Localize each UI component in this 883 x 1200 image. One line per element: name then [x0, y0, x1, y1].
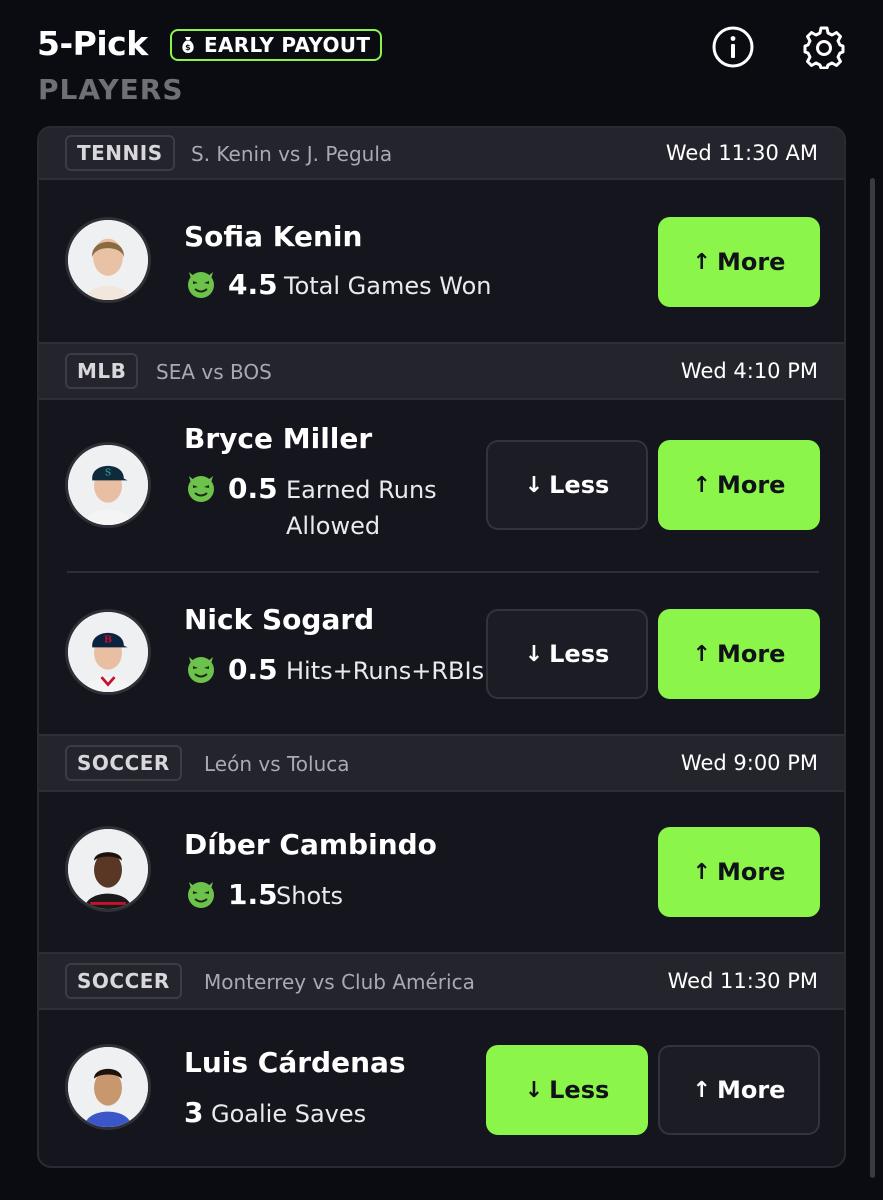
game-time: Wed 4:10 PM [680, 359, 818, 383]
arrow-down-icon: ↓ [524, 1077, 544, 1103]
demon-icon [188, 657, 214, 683]
arrow-down-icon: ↓ [524, 641, 544, 667]
arrow-up-icon: ↑ [692, 1077, 711, 1103]
svg-text:S: S [105, 468, 111, 479]
stat-line: 1.5 [228, 878, 278, 911]
demon-icon [188, 272, 214, 298]
less-label: Less [549, 1076, 610, 1104]
more-button[interactable]: ↑ More [658, 827, 820, 917]
stat-label: Hits+Runs+RBIs [286, 657, 485, 685]
info-icon[interactable] [711, 25, 755, 69]
stat-label-continued: Allowed [286, 512, 381, 540]
top-bar: 5-Pick $ EARLY PAYOUT PLAYERS [0, 0, 883, 103]
sport-tag: MLB [65, 353, 139, 389]
pick-row: Sofia Kenin 4.5 Total Games Won ↑ More [39, 180, 844, 342]
player-name: Nick Sogard [184, 603, 375, 636]
matchup: León vs Toluca [204, 752, 350, 776]
scrollbar[interactable] [870, 178, 875, 1178]
pick-row: Luis Cárdenas 3 Goalie Saves ↓ Less ↑ More [39, 1010, 844, 1166]
svg-text:B: B [104, 635, 112, 646]
less-button[interactable]: ↓ Less [486, 609, 648, 699]
sport-tag: SOCCER [65, 745, 182, 781]
less-button[interactable]: ↓ Less [486, 1045, 648, 1135]
game-header: SOCCER León vs Toluca Wed 9:00 PM [39, 734, 844, 792]
player-name: Bryce Miller [184, 422, 373, 455]
more-label: More [716, 858, 786, 886]
arrow-up-icon: ↑ [692, 641, 711, 667]
less-label: Less [549, 471, 610, 499]
arrow-down-icon: ↓ [524, 472, 544, 498]
stat-label: Shots [276, 882, 344, 910]
stat-line: 3 [184, 1096, 204, 1129]
stat-line: 0.5 [228, 653, 278, 686]
game-time: Wed 9:00 PM [680, 751, 818, 775]
arrow-up-icon: ↑ [692, 472, 711, 498]
player-name: Luis Cárdenas [184, 1046, 406, 1079]
game-time: Wed 11:30 PM [667, 969, 818, 993]
avatar: S [65, 442, 151, 528]
early-payout-label: EARLY PAYOUT [204, 33, 371, 57]
pick-row: Díber Cambindo 1.5 Shots ↑ More [39, 792, 844, 952]
avatar [65, 217, 151, 303]
game-header: TENNIS S. Kenin vs J. Pegula Wed 11:30 A… [39, 128, 844, 180]
section-label-players: PLAYERS [38, 73, 184, 103]
more-button[interactable]: ↑ More [658, 609, 820, 699]
arrow-up-icon: ↑ [692, 249, 711, 275]
more-label: More [716, 640, 786, 668]
player-name: Díber Cambindo [184, 828, 437, 861]
less-label: Less [549, 640, 610, 668]
picks-card: TENNIS S. Kenin vs J. Pegula Wed 11:30 A… [37, 126, 846, 1168]
more-button[interactable]: ↑ More [658, 1045, 820, 1135]
avatar: B [65, 609, 151, 695]
pick-row: S Bryce Miller 0.5 Earned Runs Allowed ↓… [39, 400, 844, 570]
avatar [65, 1044, 151, 1130]
more-button[interactable]: ↑ More [658, 440, 820, 530]
sport-tag: SOCCER [65, 963, 182, 999]
svg-text:$: $ [185, 43, 191, 52]
game-time: Wed 11:30 AM [665, 141, 818, 165]
less-button[interactable]: ↓ Less [486, 440, 648, 530]
early-payout-badge[interactable]: $ EARLY PAYOUT [170, 29, 383, 61]
more-label: More [716, 1076, 786, 1104]
more-label: More [716, 248, 786, 276]
gear-icon[interactable] [802, 25, 846, 69]
pick-row: B Nick Sogard 0.5 Hits+Runs+RBIs ↓ Less ↑… [39, 573, 844, 735]
matchup: SEA vs BOS [156, 360, 272, 384]
stat-line: 4.5 [228, 268, 278, 301]
demon-icon [188, 476, 214, 502]
sport-tag: TENNIS [65, 135, 175, 171]
game-header: MLB SEA vs BOS Wed 4:10 PM [39, 342, 844, 400]
stat-label: Goalie Saves [211, 1100, 367, 1128]
matchup: Monterrey vs Club América [204, 970, 475, 994]
money-bag-icon: $ [182, 37, 194, 53]
arrow-up-icon: ↑ [692, 859, 711, 885]
game-header: SOCCER Monterrey vs Club América Wed 11:… [39, 952, 844, 1010]
stat-line: 0.5 [228, 472, 278, 505]
matchup: S. Kenin vs J. Pegula [191, 142, 393, 166]
more-label: More [716, 471, 786, 499]
demon-icon [188, 882, 214, 908]
more-button[interactable]: ↑ More [658, 217, 820, 307]
avatar [65, 826, 151, 912]
stat-label: Earned Runs [286, 476, 437, 504]
page-title: 5-Pick [37, 24, 148, 63]
stat-label: Total Games Won [284, 272, 492, 300]
player-name: Sofia Kenin [184, 220, 363, 253]
